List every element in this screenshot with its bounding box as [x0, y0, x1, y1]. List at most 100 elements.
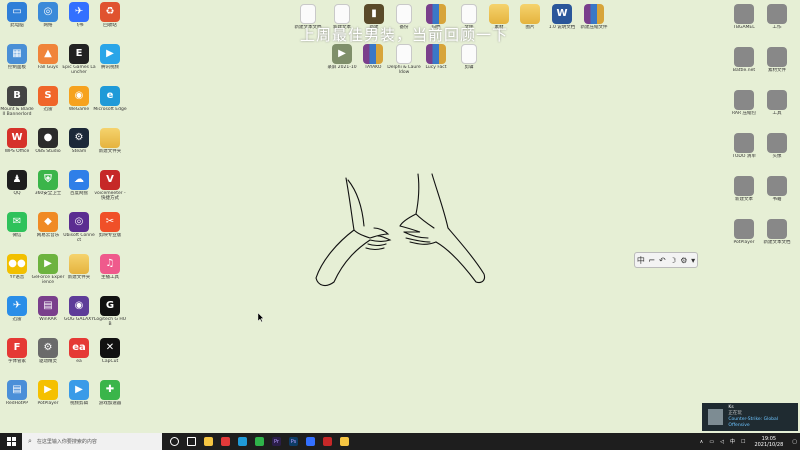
app-icon: ◎: [38, 2, 58, 22]
tray-overflow-icon[interactable]: ∧: [700, 439, 704, 445]
desktop-icon-c1r8[interactable]: ✈ 迅雷: [0, 296, 34, 336]
taskbar-app-photoshop[interactable]: Ps: [285, 433, 302, 450]
desktop-icon-r1[interactable]: TBGAMEL: [727, 4, 761, 44]
taskbar-app-task-view[interactable]: [166, 433, 183, 450]
ime-undo-icon[interactable]: ↶: [659, 256, 666, 265]
desktop-icon-t8[interactable]: 图片: [513, 4, 547, 44]
desktop-icon-c1r9[interactable]: F 字体管家: [0, 338, 34, 378]
app-icon: ✂: [100, 212, 120, 232]
desktop-icon-r3[interactable]: Battle.net: [727, 47, 761, 87]
desktop-icon-c2r8[interactable]: ▤ WinRAR: [31, 296, 65, 336]
desktop-icon-r2[interactable]: 工作: [760, 4, 794, 44]
tray-network-icon[interactable]: ▭: [709, 439, 714, 445]
notification-center-icon[interactable]: ▢: [792, 439, 797, 445]
desktop-icon-label: 回收站: [103, 23, 117, 28]
desktop-icon-t9[interactable]: W 1.0 说明文档: [545, 4, 579, 44]
folder-icon: [520, 4, 540, 24]
desktop-icon-c4r9[interactable]: ✕ CapCut: [93, 338, 127, 378]
desktop-icon-label: 字体管家: [8, 359, 26, 364]
desktop-icon-c2r10[interactable]: ▶ PotPlayer: [31, 380, 65, 420]
desktop-icon-c3r7[interactable]: 新建文件夹: [62, 254, 96, 294]
desktop-icon-r9[interactable]: 新建文本: [727, 176, 761, 216]
desktop-icon-t15[interactable]: 剪辑: [452, 44, 486, 84]
desktop[interactable]: ▭ 此电脑 ◎ 网络 ✈ 飞书 ♻ 回收站 ▦ 控制面板 ▲ Fall Guys E Epic Games…: [0, 0, 800, 433]
desktop-icon-c4r3[interactable]: e Microsoft Edge: [93, 86, 127, 126]
tray-clock[interactable]: 19:05 2021/10/28: [754, 436, 783, 448]
desktop-icon-c4r4[interactable]: 新建文件夹: [93, 128, 127, 168]
desktop-icon-c2r1[interactable]: ◎ 网络: [31, 2, 65, 42]
desktop-icon-c3r5[interactable]: ☁ 百度网盘: [62, 170, 96, 210]
desktop-icon-c4r2[interactable]: ▶ 腾讯视频: [93, 44, 127, 84]
ime-more-icon[interactable]: ▾: [691, 256, 695, 265]
ime-settings-icon[interactable]: ⚙: [680, 256, 687, 265]
taskbar-search-box[interactable]: ⌕ 在这里输入你要搜索的内容: [22, 433, 162, 450]
desktop-icon-t11[interactable]: ▶ 录屏 2021-10: [325, 44, 359, 84]
desktop-icon-c1r6[interactable]: ✉ 微信: [0, 212, 34, 252]
taskbar-app-edge[interactable]: [234, 433, 251, 450]
desktop-icon-r7[interactable]: TODO 清单: [727, 133, 761, 173]
taskbar-app-premiere[interactable]: Pr: [268, 433, 285, 450]
desktop-icon-c2r6[interactable]: ◆ 网易云音乐: [31, 212, 65, 252]
tray-ime[interactable]: 中: [730, 438, 735, 445]
taskbar-app-car-app[interactable]: [336, 433, 353, 450]
desktop-icon-c3r3[interactable]: ◉ WeGame: [62, 86, 96, 126]
desktop-icon-t12[interactable]: TAYAKO: [356, 44, 390, 84]
taskbar-app-multitask[interactable]: [183, 433, 200, 450]
desktop-icon-c2r5[interactable]: ⛨ 360安全卫士: [31, 170, 65, 210]
desktop-icon-r12[interactable]: 新建文本文档: [760, 219, 794, 259]
desktop-icon-c3r9[interactable]: ea ea: [62, 338, 96, 378]
desktop-icon-c4r6[interactable]: ✂ 剪映专业版: [93, 212, 127, 252]
desktop-icon-c4r10[interactable]: ✚ 游戏加速器: [93, 380, 127, 420]
taskbar-app-netease[interactable]: [217, 433, 234, 450]
tray-app-icon[interactable]: ☐: [741, 439, 745, 445]
desktop-icon-c3r1[interactable]: ✈ 飞书: [62, 2, 96, 42]
desktop-icon-c3r10[interactable]: ▶ 视频剪辑: [62, 380, 96, 420]
desktop-icon-r8[interactable]: 头像: [760, 133, 794, 173]
tray-volume-icon[interactable]: ◁: [720, 439, 724, 445]
desktop-icon-c2r4[interactable]: ● OBS Studio: [31, 128, 65, 168]
desktop-icon-c1r10[interactable]: ▤ RedHotPP: [0, 380, 34, 420]
chrome-icon: [255, 437, 264, 446]
desktop-icon-c1r2[interactable]: ▦ 控制面板: [0, 44, 34, 84]
steam-notification[interactable]: Ks 正在玩 Counter-Strike: Global Offensive: [702, 403, 798, 431]
desktop-icon-c3r4[interactable]: ⚙ Steam: [62, 128, 96, 168]
desktop-icon-c1r4[interactable]: W WPS Office: [0, 128, 34, 168]
app-icon: B: [7, 86, 27, 106]
taskbar-app-obs-live[interactable]: [319, 433, 336, 450]
desktop-icon-t14[interactable]: Lucy Fact: [419, 44, 453, 84]
desktop-icon-r6[interactable]: 工具: [760, 90, 794, 130]
ime-toolbar[interactable]: 中 ⌐ ↶ ☽ ⚙ ▾: [634, 252, 698, 268]
desktop-icon-c4r7[interactable]: ♫ 主播工具: [93, 254, 127, 294]
taskbar-app-chrome[interactable]: [251, 433, 268, 450]
desktop-icon-c2r3[interactable]: S 迅雷: [31, 86, 65, 126]
desktop-icon-c2r9[interactable]: ⚙ 驱动精灵: [31, 338, 65, 378]
ime-punct-icon[interactable]: ⌐: [649, 256, 656, 265]
desktop-icon-t13[interactable]: Delphi & Laureldow: [387, 44, 421, 84]
desktop-icon-c4r1[interactable]: ♻ 回收站: [93, 2, 127, 42]
desktop-icon-c4r8[interactable]: G Logitech G HUB: [93, 296, 127, 336]
desktop-icon-c3r2[interactable]: E Epic Games Launcher: [62, 44, 96, 84]
taskbar-app-explorer[interactable]: [200, 433, 217, 450]
desktop-icon-c2r2[interactable]: ▲ Fall Guys: [31, 44, 65, 84]
desktop-icon-c1r3[interactable]: B Mount & Blade II Bannerlord: [0, 86, 34, 126]
desktop-icon-c4r5[interactable]: Vvoicemeeter - 快捷方式: [93, 170, 127, 210]
taskbar-app-feishu[interactable]: [302, 433, 319, 450]
desktop-icon-r11[interactable]: PotPlayer: [727, 219, 761, 259]
desktop-icon-r5[interactable]: RAR 压缩包: [727, 90, 761, 130]
desktop-icon-c1r7[interactable]: ●● YY语音: [0, 254, 34, 294]
document-icon: [396, 4, 412, 24]
desktop-icon-r10[interactable]: 书籍: [760, 176, 794, 216]
desktop-icon-t10[interactable]: 新建压缩文件: [577, 4, 611, 44]
desktop-icon-c1r1[interactable]: ▭ 此电脑: [0, 2, 34, 42]
desktop-icon-c1r5[interactable]: ♟ QQ: [0, 170, 34, 210]
app-icon: [767, 176, 787, 196]
desktop-icon-label: 新建文件夹: [98, 149, 122, 154]
desktop-icon-label: Epic Games Launcher: [62, 65, 96, 75]
start-button[interactable]: [0, 433, 22, 450]
ime-moon-icon[interactable]: ☽: [669, 256, 676, 265]
desktop-icon-c3r6[interactable]: ◎ Ubisoft Connect: [62, 212, 96, 252]
ime-mode[interactable]: 中: [637, 255, 645, 266]
desktop-icon-c3r8[interactable]: ◉ GOG GALAXY: [62, 296, 96, 336]
desktop-icon-c2r7[interactable]: ▶ GeForce Experience: [31, 254, 65, 294]
desktop-icon-r4[interactable]: 素材文件: [760, 47, 794, 87]
